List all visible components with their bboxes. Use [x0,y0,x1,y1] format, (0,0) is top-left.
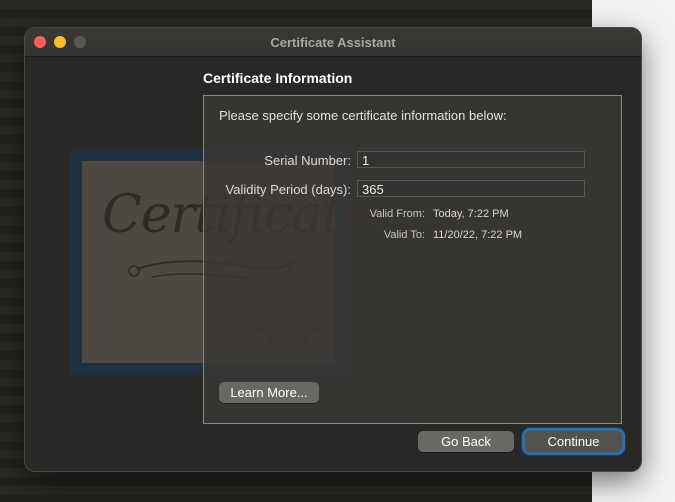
title-bar: Certificate Assistant [25,28,641,57]
serial-number-field[interactable]: 1 [357,151,585,168]
valid-to-value: 11/20/22, 7:22 PM [433,229,523,241]
validity-period-label: Validity Period (days): [225,182,351,197]
certificate-assistant-window: Certificate Assistant Certificate Certif… [25,28,641,471]
validity-period-field[interactable]: 365 [357,180,585,197]
window-title: Certificate Assistant [270,35,396,50]
intro-text: Please specify some certificate informat… [219,108,507,123]
valid-from-value: Today, 7:22 PM [433,208,509,220]
go-back-button[interactable]: Go Back [418,431,514,452]
continue-button[interactable]: Continue [525,431,622,452]
valid-to-label: Valid To: [383,229,425,241]
learn-more-button[interactable]: Learn More... [219,382,319,403]
section-heading: Certificate Information [203,70,353,86]
certificate-info-panel: Please specify some certificate informat… [203,95,622,424]
valid-from-label: Valid From: [369,208,425,220]
serial-number-label: Serial Number: [264,153,351,168]
